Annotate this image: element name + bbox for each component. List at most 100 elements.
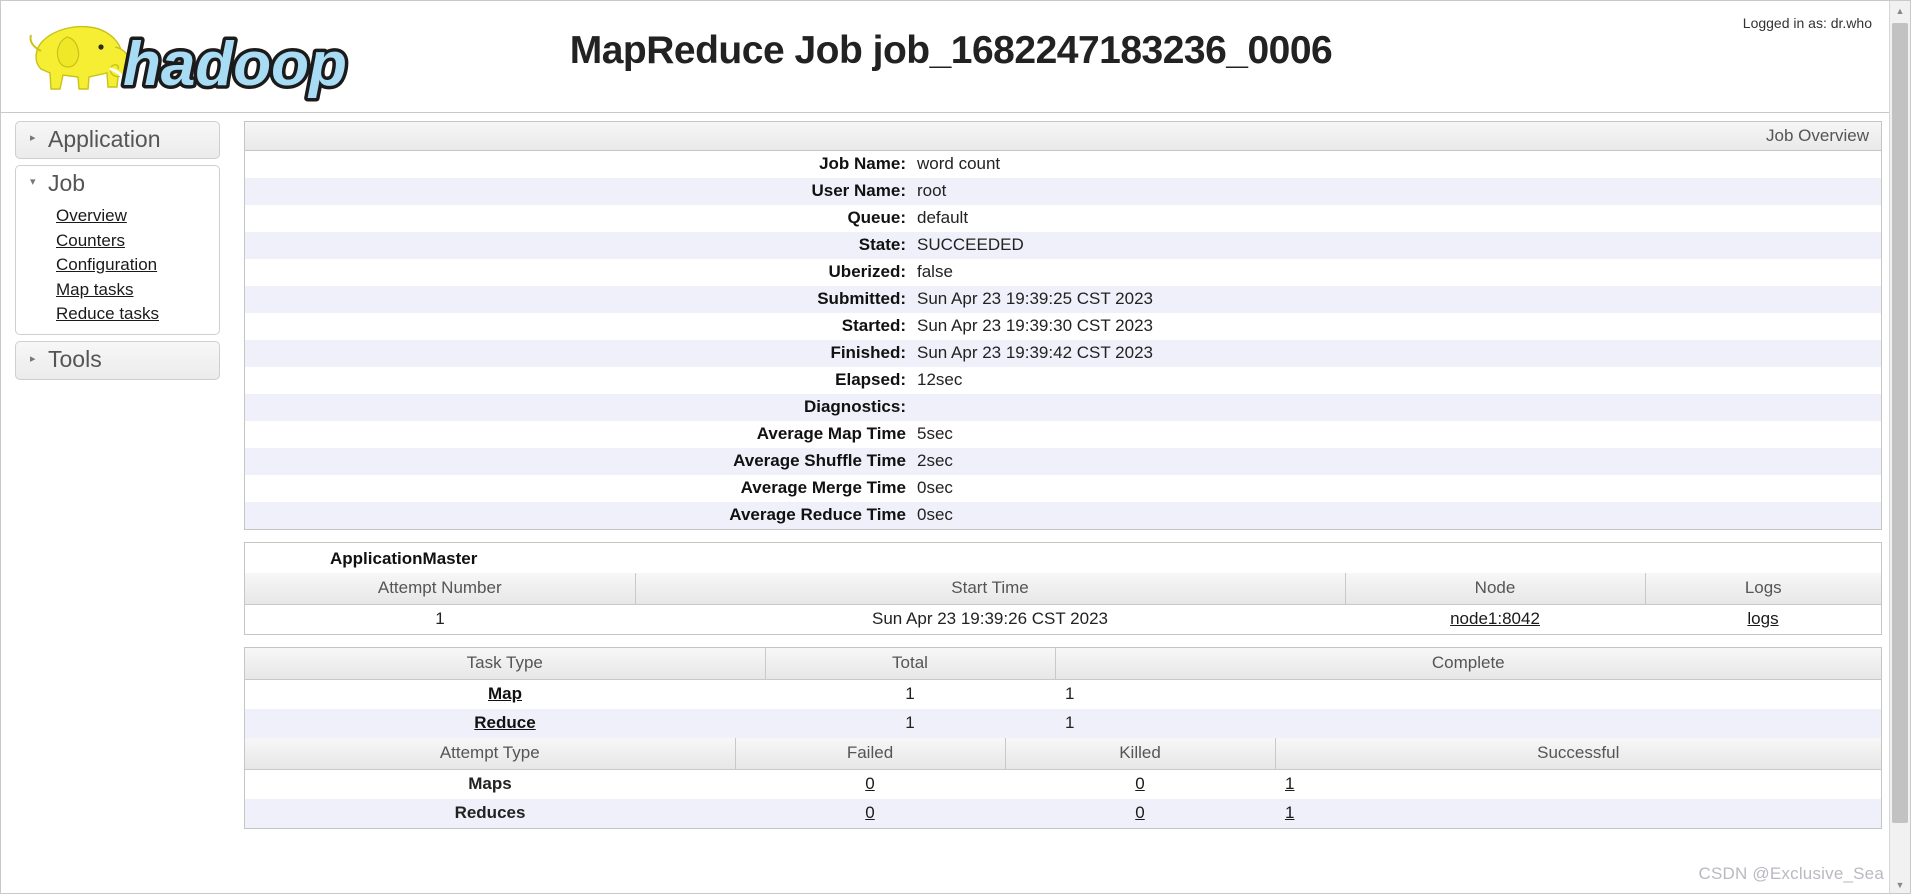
row-key: Average Reduce Time <box>729 505 906 524</box>
sidebar-link-counters[interactable]: Counters <box>16 229 219 253</box>
page-body: ▸ Application ▾ Job Overview Counters Co… <box>1 113 1910 893</box>
job-overview-caption: Job Overview <box>245 122 1881 151</box>
svg-text:hadoop: hadoop <box>123 30 347 99</box>
sidebar-item-label: Job <box>48 170 86 197</box>
cell-failed: 0 <box>735 770 1005 800</box>
row-value: default <box>917 208 969 227</box>
table-header-row: Task Type Total Complete <box>245 648 1881 680</box>
node-link[interactable]: node1:8042 <box>1450 609 1540 628</box>
row-key: Average Map Time <box>756 424 906 443</box>
logged-in-label: Logged in as: dr.who <box>1742 15 1872 31</box>
page-header: hadoop hadoop MapReduce Job job_16822471… <box>1 1 1910 113</box>
hadoop-logo[interactable]: hadoop hadoop <box>19 11 399 103</box>
table-row: Job Name: word count <box>245 151 1881 178</box>
sidebar-item-job[interactable]: ▾ Job <box>15 165 220 203</box>
task-summary-table: Task Type Total Complete Map 1 1 Reduce … <box>245 648 1881 738</box>
sidebar-item-label: Tools <box>48 346 102 373</box>
row-key: State: <box>858 235 906 254</box>
table-row: Elapsed: 12sec <box>245 367 1881 394</box>
table-row: Reduce 1 1 <box>245 709 1881 738</box>
scrollbar-thumb[interactable] <box>1892 23 1908 823</box>
reduces-killed-link[interactable]: 0 <box>1135 803 1144 822</box>
map-tasks-link[interactable]: Map <box>488 684 522 703</box>
column-header-attempt-type[interactable]: Attempt Type <box>245 738 736 770</box>
row-key: Average Merge Time <box>740 478 906 497</box>
column-header-logs[interactable]: Logs <box>1645 573 1881 605</box>
cell-node: node1:8042 <box>1345 605 1645 635</box>
column-header-attempt-number[interactable]: Attempt Number <box>245 573 636 605</box>
column-header-total[interactable]: Total <box>765 648 1056 680</box>
application-master-table: Attempt Number Start Time Node Logs 1 Su… <box>245 573 1881 634</box>
sidebar-item-label: Application <box>48 126 161 152</box>
row-key: Submitted: <box>817 289 906 308</box>
row-key: Diagnostics: <box>803 397 906 416</box>
page-title: MapReduce Job job_1682247183236_0006 <box>569 29 1333 72</box>
maps-successful-link[interactable]: 1 <box>1285 774 1294 793</box>
sidebar-item-application[interactable]: ▸ Application <box>15 121 220 160</box>
chevron-down-icon: ▾ <box>30 176 36 189</box>
sidebar-link-map-tasks[interactable]: Map tasks <box>16 278 219 302</box>
cell-killed: 0 <box>1005 770 1275 800</box>
logs-link[interactable]: logs <box>1747 609 1778 628</box>
column-header-node[interactable]: Node <box>1345 573 1646 605</box>
attempt-summary-table: Attempt Type Failed Killed Successful Ma… <box>245 738 1881 828</box>
application-master-panel: ApplicationMaster Attempt Number Start T… <box>244 542 1882 635</box>
row-value: SUCCEEDED <box>917 235 1024 254</box>
row-value: false <box>917 262 953 281</box>
table-row: Average Map Time 5sec <box>245 421 1881 448</box>
reduce-tasks-link[interactable]: Reduce <box>474 713 535 732</box>
cell-successful: 1 <box>1275 770 1881 800</box>
column-header-start-time[interactable]: Start Time <box>635 573 1346 605</box>
row-value <box>915 394 1881 421</box>
table-row: Started: Sun Apr 23 19:39:30 CST 2023 <box>245 313 1881 340</box>
sidebar-section-application: ▸ Application <box>15 121 220 160</box>
table-row: State: SUCCEEDED <box>245 232 1881 259</box>
row-key: Started: <box>841 316 906 335</box>
column-header-killed[interactable]: Killed <box>1005 738 1276 770</box>
maps-failed-link[interactable]: 0 <box>865 774 874 793</box>
reduces-failed-link[interactable]: 0 <box>865 803 874 822</box>
row-value: 2sec <box>917 451 953 470</box>
table-row: Queue: default <box>245 205 1881 232</box>
column-header-task-type[interactable]: Task Type <box>245 648 766 680</box>
scroll-up-arrow-icon[interactable]: ▲ <box>1890 1 1910 21</box>
cell-total: 1 <box>765 709 1055 738</box>
chevron-right-icon: ▸ <box>30 132 36 145</box>
table-row: Reduces 0 0 1 <box>245 799 1881 828</box>
column-header-successful[interactable]: Successful <box>1275 738 1881 770</box>
sidebar-item-tools[interactable]: ▸ Tools <box>15 341 220 380</box>
sidebar-link-configuration[interactable]: Configuration <box>16 253 219 277</box>
row-value: word count <box>917 154 1001 173</box>
cell-failed: 0 <box>735 799 1005 828</box>
main-content: Job Overview Job Name: word count User N… <box>244 121 1882 841</box>
row-value: 12sec <box>917 370 963 389</box>
row-key: Average Shuffle Time <box>733 451 906 470</box>
job-overview-panel: Job Overview Job Name: word count User N… <box>244 121 1882 530</box>
scroll-down-arrow-icon[interactable]: ▼ <box>1890 875 1910 893</box>
table-row: Average Reduce Time 0sec <box>245 502 1881 529</box>
sidebar-link-reduce-tasks[interactable]: Reduce tasks <box>16 302 219 326</box>
row-key: Queue: <box>847 208 906 227</box>
row-value: 5sec <box>917 424 953 443</box>
reduces-successful-link[interactable]: 1 <box>1285 803 1294 822</box>
column-header-failed[interactable]: Failed <box>735 738 1006 770</box>
browser-page: hadoop hadoop MapReduce Job job_16822471… <box>0 0 1911 894</box>
table-row: Maps 0 0 1 <box>245 770 1881 800</box>
table-row: Uberized: false <box>245 259 1881 286</box>
row-value: 0sec <box>917 478 953 497</box>
table-row: Average Shuffle Time 2sec <box>245 448 1881 475</box>
cell-attempt-number: 1 <box>435 609 445 628</box>
vertical-scrollbar[interactable]: ▲ ▼ <box>1889 1 1910 893</box>
cell-logs: logs <box>1645 605 1881 635</box>
maps-killed-link[interactable]: 0 <box>1135 774 1144 793</box>
cell-complete: 1 <box>1065 684 1075 703</box>
row-value: 0sec <box>917 505 953 524</box>
sidebar-section-job: ▾ Job Overview Counters Configuration Ma… <box>15 165 220 336</box>
sidebar-job-links: Overview Counters Configuration Map task… <box>15 202 220 336</box>
cell-attempt-type: Maps <box>468 774 512 793</box>
cell-total: 1 <box>905 684 915 703</box>
column-header-complete[interactable]: Complete <box>1055 648 1881 680</box>
table-header-row: Attempt Number Start Time Node Logs <box>245 573 1881 605</box>
table-row: User Name: root <box>245 178 1881 205</box>
sidebar-link-overview[interactable]: Overview <box>16 204 219 228</box>
